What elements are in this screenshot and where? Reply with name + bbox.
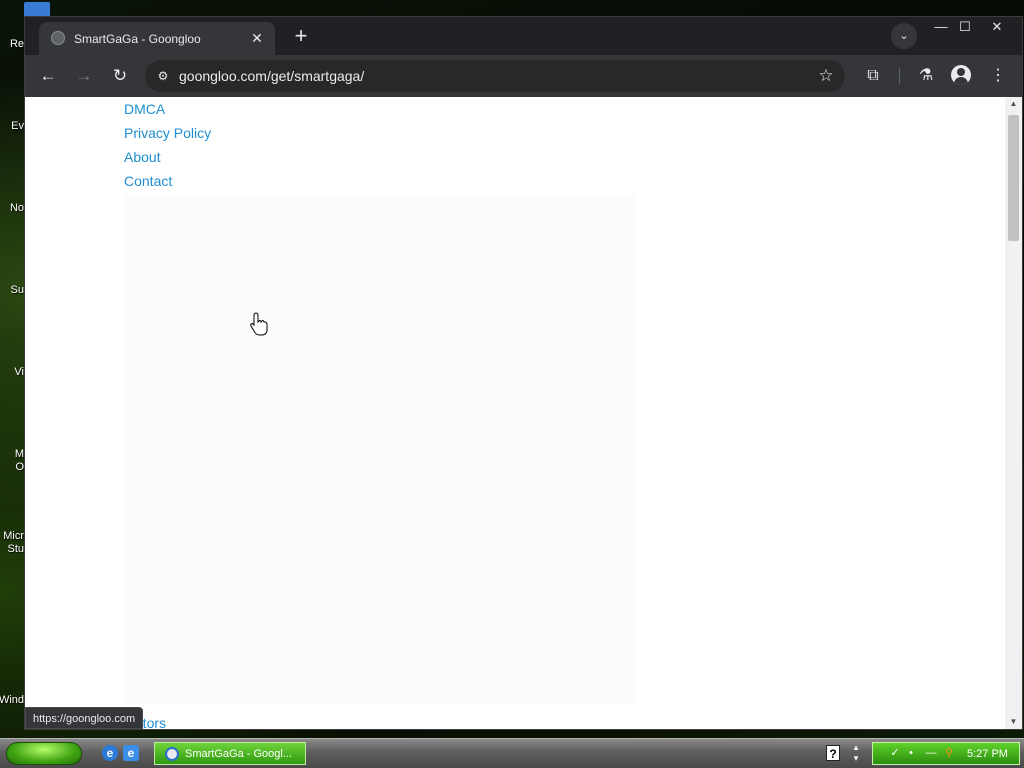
- site-info-icon[interactable]: ⚙: [155, 68, 171, 84]
- help-icon[interactable]: ?: [826, 745, 840, 761]
- desktop-icon-label[interactable]: Wind: [0, 694, 24, 710]
- maximize-button[interactable]: ☐: [951, 17, 979, 37]
- network-icon[interactable]: ✓: [889, 747, 901, 759]
- reload-button[interactable]: ↻: [108, 64, 132, 88]
- desktop-icon-label[interactable]: Re: [0, 38, 24, 54]
- browser-toolbar: ← → ↻ ⚙ goongloo.com/get/smartgaga/ ☆ ⧉ …: [25, 55, 1022, 97]
- ad-frame[interactable]: [124, 194, 637, 704]
- desktop-icon-label[interactable]: Su: [0, 284, 24, 300]
- tray-toggle-icon[interactable]: ▴ ▾: [850, 742, 862, 764]
- forward-button[interactable]: →: [72, 64, 96, 88]
- tab-strip: SmartGaGa - Goongloo ✕ + ⌄ — ☐ ✕: [25, 17, 1022, 55]
- desktop-icon-label[interactable]: No: [0, 202, 24, 218]
- menu-icon[interactable]: ⋮: [986, 64, 1010, 88]
- footer-links: DMCA Privacy Policy About Contact: [124, 100, 211, 196]
- link-contact[interactable]: Contact: [124, 172, 211, 196]
- profile-avatar-icon[interactable]: [951, 65, 971, 85]
- search-tray-icon[interactable]: ⚲: [943, 747, 955, 759]
- link-privacy-policy[interactable]: Privacy Policy: [124, 124, 211, 148]
- desktop-icon-label[interactable]: Ev: [0, 120, 24, 136]
- status-url-bubble: https://goongloo.com: [25, 707, 144, 729]
- bookmark-star-icon[interactable]: ☆: [815, 65, 837, 87]
- quick-launch-icon[interactable]: e: [123, 745, 139, 761]
- tray-app-icon[interactable]: •: [905, 747, 917, 759]
- tab-search-button[interactable]: ⌄: [891, 23, 917, 49]
- new-tab-button[interactable]: +: [289, 25, 313, 49]
- scroll-thumb[interactable]: [1008, 115, 1019, 241]
- taskbar-button-label: SmartGaGa - Googl...: [185, 748, 292, 760]
- system-tray: ✓ • — ⚲ 5:27 PM: [872, 742, 1020, 765]
- desktop-icon-label[interactable]: Micr Stu: [0, 530, 24, 558]
- start-button[interactable]: [6, 742, 82, 765]
- labs-flask-icon[interactable]: ⚗: [914, 64, 938, 88]
- web-page: DMCA Privacy Policy About Contact ulator…: [25, 97, 1005, 729]
- address-bar[interactable]: ⚙ goongloo.com/get/smartgaga/ ☆: [145, 60, 845, 92]
- internet-explorer-icon[interactable]: e: [102, 745, 118, 761]
- tab-smartgaga[interactable]: SmartGaGa - Goongloo ✕: [39, 22, 275, 55]
- tab-title: SmartGaGa - Goongloo: [74, 32, 201, 46]
- scroll-down-arrow-icon[interactable]: ▼: [1005, 715, 1022, 729]
- clock[interactable]: 5:27 PM: [967, 748, 1008, 760]
- toolbar-divider: [899, 68, 900, 84]
- desktop-icon-label[interactable]: M O: [0, 448, 24, 476]
- desktop-icon-label[interactable]: Vi: [0, 366, 24, 382]
- hand-cursor-icon: [250, 312, 268, 336]
- chrome-icon: [165, 747, 179, 761]
- globe-icon: [51, 31, 65, 45]
- url-text[interactable]: goongloo.com/get/smartgaga/: [179, 68, 364, 84]
- close-tab-icon[interactable]: ✕: [247, 28, 267, 48]
- close-window-button[interactable]: ✕: [983, 17, 1011, 37]
- taskbar-button-browser[interactable]: SmartGaGa - Googl...: [154, 742, 306, 765]
- browser-window: SmartGaGa - Goongloo ✕ + ⌄ — ☐ ✕ ← → ↻ ⚙…: [24, 16, 1023, 730]
- link-dmca[interactable]: DMCA: [124, 100, 211, 124]
- back-button[interactable]: ←: [36, 64, 60, 88]
- link-about[interactable]: About: [124, 148, 211, 172]
- scroll-up-arrow-icon[interactable]: ▲: [1005, 97, 1022, 111]
- page-scrollbar[interactable]: ▲ ▼: [1005, 97, 1022, 729]
- taskbar: e e SmartGaGa - Googl... ? ▴ ▾ ✓ • — ⚲ 5:…: [0, 738, 1024, 768]
- tray-app-icon[interactable]: —: [925, 747, 937, 759]
- extensions-icon[interactable]: ⧉: [861, 64, 885, 88]
